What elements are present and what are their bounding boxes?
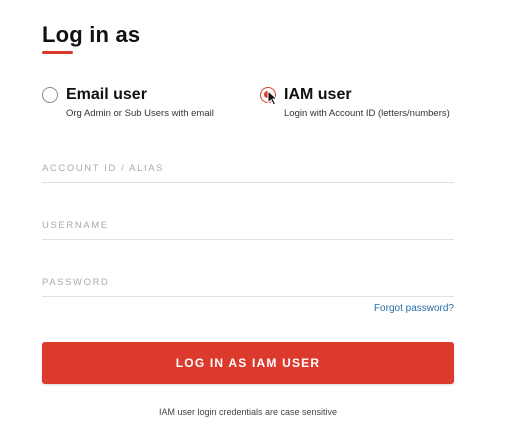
username-field-wrapper	[42, 211, 454, 240]
iam-user-label: IAM user	[284, 86, 352, 103]
account-id-field-wrapper	[42, 154, 454, 183]
mouse-pointer-icon	[267, 90, 279, 106]
case-sensitive-note: IAM user login credentials are case sens…	[158, 407, 338, 417]
title-underline	[42, 51, 73, 54]
account-id-input[interactable]	[42, 154, 454, 182]
page-title: Log in as	[42, 22, 141, 47]
login-button[interactable]: LOG IN AS IAM USER	[42, 342, 454, 384]
iam-user-description: Login with Account ID (letters/numbers)	[284, 108, 450, 119]
password-input[interactable]	[42, 268, 454, 296]
email-user-description: Org Admin or Sub Users with email	[66, 108, 214, 119]
username-input[interactable]	[42, 211, 454, 239]
forgot-password-link[interactable]: Forgot password?	[374, 303, 454, 314]
password-field-wrapper	[42, 268, 454, 297]
radio-unselected-icon[interactable]	[42, 87, 58, 103]
email-user-label: Email user	[66, 86, 147, 103]
